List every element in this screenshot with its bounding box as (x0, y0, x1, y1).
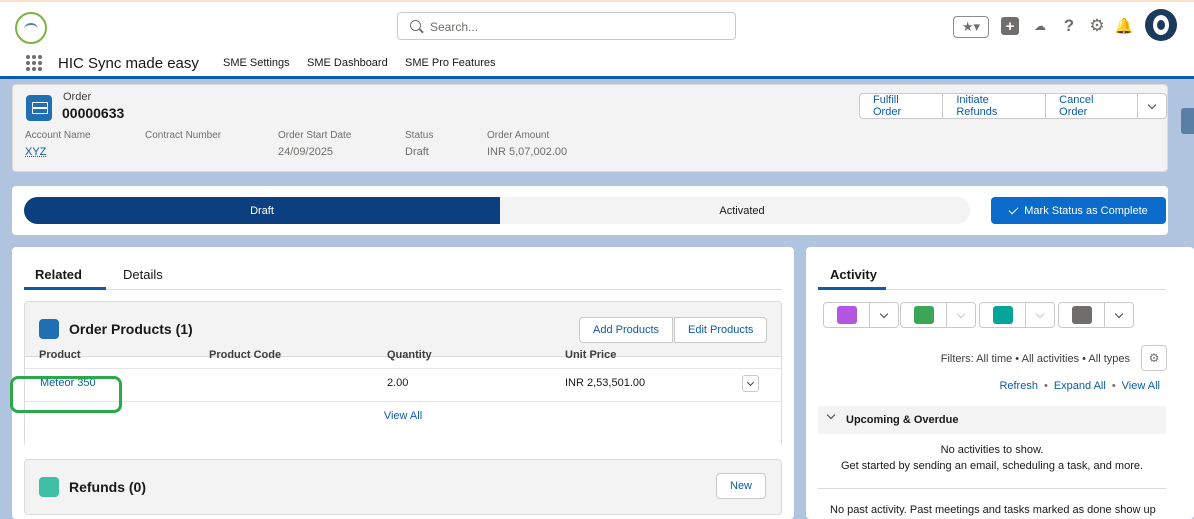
object-label: Order (63, 91, 92, 103)
refresh-link[interactable]: Refresh (999, 380, 1038, 392)
global-header: Search... ★▾ + ☁ ? ⚙ 🔔 HIC Sync made eas… (0, 0, 1194, 78)
tab-details[interactable]: Details (123, 267, 163, 282)
order-start-date-value: 24/09/2025 (278, 146, 334, 158)
chevron-down-icon (1035, 309, 1045, 318)
field-label-status: Status (405, 130, 434, 141)
task-icon (913, 306, 934, 324)
quantity-cell: 2.00 (387, 377, 409, 389)
row-actions-button[interactable] (742, 375, 759, 392)
order-products-title: Order Products (1) (69, 321, 193, 337)
column-header-product[interactable]: Product (39, 349, 81, 361)
record-actions: Fulfill Order Initiate Refunds Cancel Or… (859, 93, 1167, 119)
related-panel: Related Details Order Products (1) Add P… (12, 247, 794, 519)
record-header: Order 00000633 Fulfill Order Initiate Re… (12, 84, 1168, 172)
field-label-contract-number: Contract Number (145, 130, 222, 141)
email-icon (1071, 306, 1092, 324)
fulfill-order-button[interactable]: Fulfill Order (859, 93, 944, 119)
chevron-down-icon (746, 378, 755, 386)
view-all-activity-link[interactable]: View All (1122, 380, 1160, 392)
chevron-down-icon (1147, 100, 1157, 109)
refunds-icon (39, 477, 59, 497)
upcoming-overdue-label: Upcoming & Overdue (846, 414, 959, 426)
unit-price-cell: INR 2,53,501.00 (565, 377, 646, 389)
get-started-text: Get started by sending an email, schedul… (840, 460, 1144, 472)
chevron-down-icon (1114, 309, 1124, 318)
annotation-highlight (10, 376, 122, 413)
nav-item-sme-dashboard[interactable]: SME Dashboard (307, 57, 388, 69)
activity-title[interactable]: Activity (830, 267, 877, 282)
log-call-button[interactable] (979, 302, 1055, 328)
notifications-bell-icon[interactable]: 🔔 (1115, 14, 1134, 38)
chevron-down-icon (879, 309, 889, 318)
global-actions-plus-icon[interactable]: + (1001, 17, 1019, 35)
field-label-account-name: Account Name (25, 130, 91, 141)
order-products-related-list: Order Products (1) Add Products Edit Pro… (24, 301, 782, 448)
app-logo[interactable] (15, 12, 47, 44)
setup-gear-icon[interactable]: ⚙ (1088, 14, 1106, 38)
account-name-link[interactable]: XYZ (25, 146, 46, 158)
new-event-button[interactable] (823, 302, 899, 328)
field-label-order-amount: Order Amount (487, 130, 550, 141)
search-icon (410, 20, 421, 31)
chevron-down-icon (956, 309, 966, 318)
active-tab-indicator (24, 287, 106, 290)
search-placeholder: Search... (430, 20, 479, 34)
status-value: Draft (405, 146, 429, 158)
activity-links: Refresh • Expand All • View All (999, 380, 1160, 392)
checkmark-icon (1008, 204, 1019, 214)
column-header-product-code[interactable]: Product Code (209, 349, 281, 361)
side-panel-toggle[interactable] (1181, 108, 1194, 134)
new-task-button[interactable] (900, 302, 976, 328)
app-name: HIC Sync made easy (58, 55, 199, 72)
initiate-refunds-button[interactable]: Initiate Refunds (943, 93, 1047, 119)
past-activity-text: No past activity. Past meetings and task… (830, 504, 1156, 516)
new-refund-button[interactable]: New (716, 473, 767, 499)
order-object-icon (26, 95, 52, 121)
more-actions-button[interactable] (1138, 93, 1167, 119)
past-activity-divider (818, 488, 1166, 489)
trailhead-icon[interactable]: ☁ (1030, 14, 1050, 38)
order-products-icon (39, 319, 59, 339)
phone-icon (992, 306, 1013, 324)
nav-item-sme-pro-features[interactable]: SME Pro Features (405, 57, 495, 69)
tabs-divider (24, 289, 782, 290)
help-icon[interactable]: ? (1061, 14, 1077, 38)
field-label-order-start-date: Order Start Date (278, 130, 352, 141)
no-activities-text: No activities to show. (940, 444, 1044, 456)
expand-all-link[interactable]: Expand All (1054, 380, 1106, 392)
path-stage-draft[interactable]: Draft (24, 197, 509, 224)
path-stage-activated[interactable]: Activated (500, 197, 970, 224)
global-search-input[interactable]: Search... (397, 12, 736, 40)
filter-gear-icon[interactable]: ⚙ (1141, 345, 1167, 371)
add-products-button[interactable]: Add Products (579, 317, 674, 343)
activity-filters-text: Filters: All time • All activities • All… (940, 353, 1130, 365)
nav-active-bar (0, 76, 1194, 79)
edit-products-button[interactable]: Edit Products (674, 317, 768, 343)
calendar-icon (836, 306, 857, 324)
favorites-star-icon[interactable]: ★▾ (953, 16, 989, 38)
refunds-title: Refunds (0) (69, 479, 146, 495)
row-divider (25, 401, 781, 402)
column-header-unit-price[interactable]: Unit Price (565, 349, 616, 361)
mark-status-label: Mark Status as Complete (1024, 204, 1148, 217)
tab-related[interactable]: Related (35, 267, 82, 282)
mark-status-complete-button[interactable]: Mark Status as Complete (991, 197, 1166, 224)
send-email-button[interactable] (1058, 302, 1134, 328)
view-all-products-link[interactable]: View All (25, 410, 781, 422)
order-amount-value: INR 5,07,002.00 (487, 146, 568, 158)
nav-item-sme-settings[interactable]: SME Settings (223, 57, 290, 69)
chevron-down-icon (826, 410, 836, 420)
app-launcher-waffle-icon[interactable] (26, 55, 42, 71)
column-header-quantity[interactable]: Quantity (387, 349, 432, 361)
cancel-order-button[interactable]: Cancel Order (1046, 93, 1138, 119)
refunds-related-list: Refunds (0) New (24, 459, 782, 515)
user-avatar[interactable] (1145, 9, 1177, 41)
activity-tab-indicator (818, 287, 886, 290)
record-name: 00000633 (62, 105, 125, 121)
upcoming-overdue-section[interactable]: Upcoming & Overdue (818, 406, 1166, 434)
row-divider (25, 368, 781, 369)
activity-panel: Activity Filters: All time • All activit… (806, 247, 1194, 519)
status-path: Draft Activated Mark Status as Complete (12, 186, 1168, 235)
order-products-table: Product Product Code Quantity Unit Price… (25, 349, 781, 448)
